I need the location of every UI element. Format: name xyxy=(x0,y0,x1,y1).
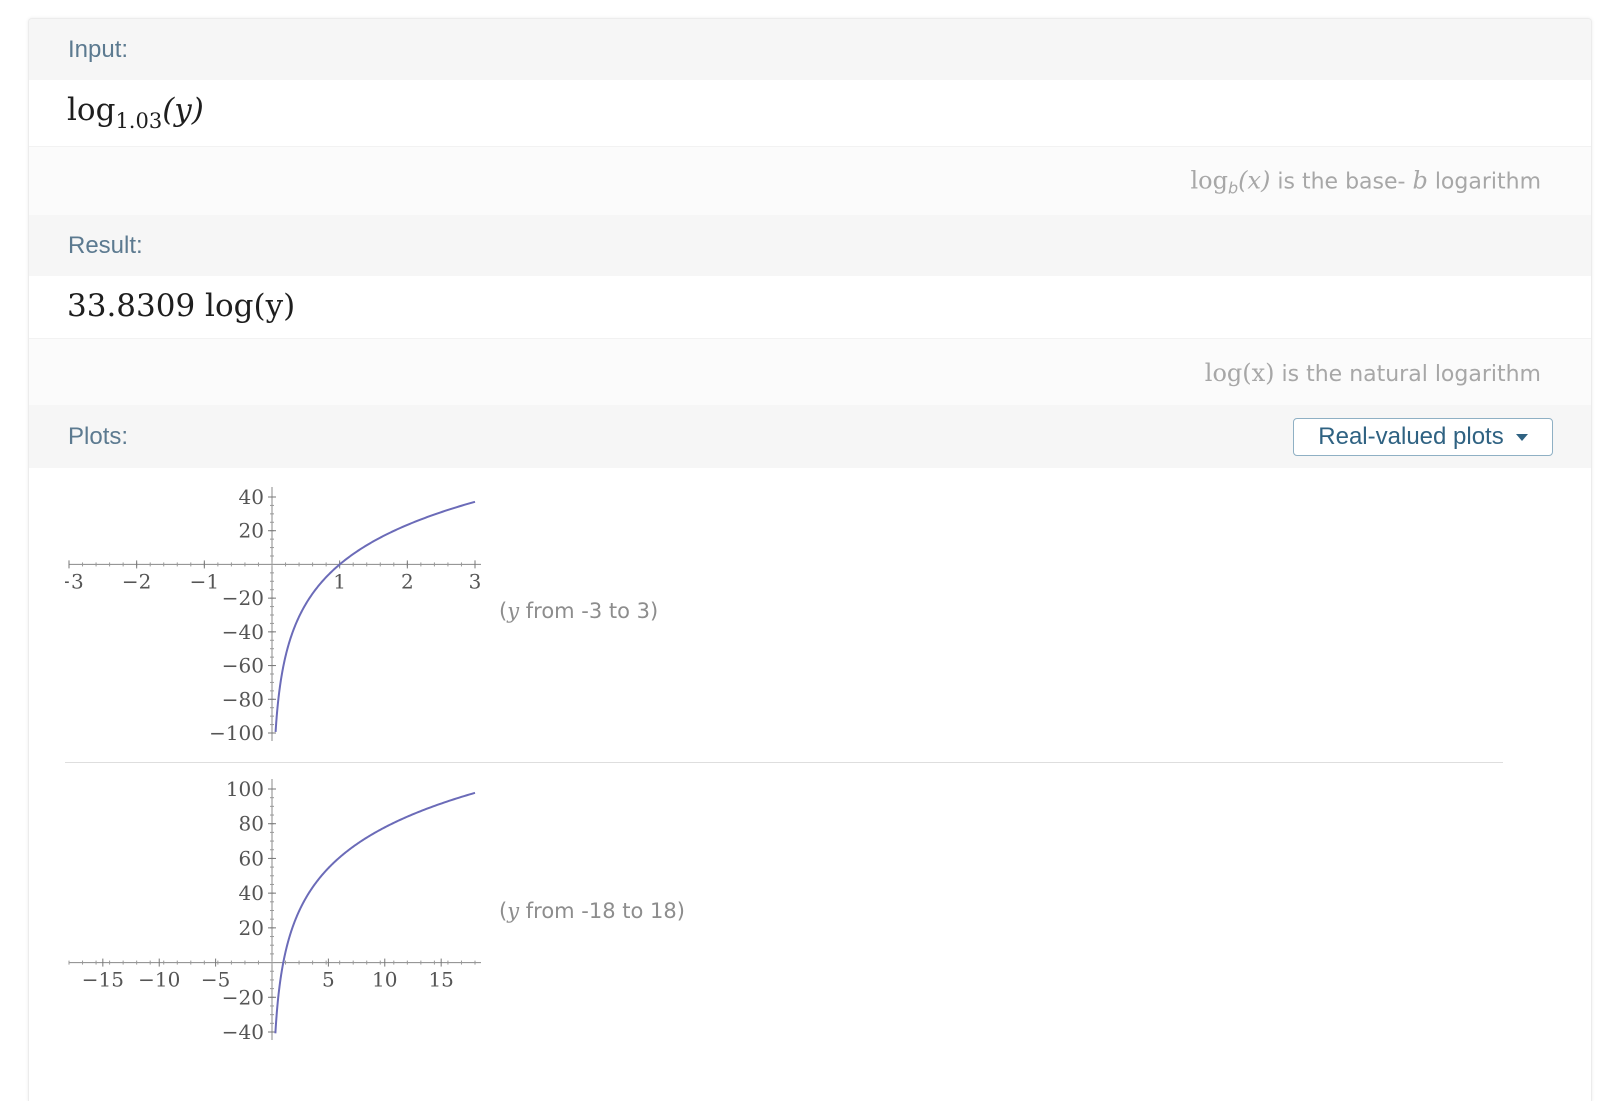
base-b-logarithm-note: logb(x) is the base- b logarithm xyxy=(1190,166,1541,197)
natural-logarithm-note: log(x) is the natural logarithm xyxy=(1204,358,1541,387)
caret-down-icon xyxy=(1515,433,1528,441)
plot-range-caption: (y from -3 to 3) xyxy=(499,599,659,623)
dropdown-label: Real-valued plots xyxy=(1318,423,1504,450)
input-pod-title: Input: xyxy=(68,35,129,63)
y-tick-label: −80 xyxy=(222,687,264,711)
y-tick-label: −40 xyxy=(222,1020,264,1044)
result-pod-body: 33.8309 log(y) xyxy=(29,276,1591,338)
result-note-area: log(x) is the natural logarithm xyxy=(29,338,1591,406)
input-expression: log1.03(y) xyxy=(67,92,204,133)
x-tick-label: 1 xyxy=(333,569,346,593)
plot-divider xyxy=(65,762,1503,763)
input-note-area: logb(x) is the base- b logarithm xyxy=(29,146,1591,216)
result-card: Input: log1.03(y) logb(x) is the base- b… xyxy=(28,18,1592,1101)
x-tick-label: 2 xyxy=(401,569,414,593)
input-pod-body: log1.03(y) xyxy=(29,80,1591,146)
function-curve xyxy=(274,791,476,1034)
x-tick-label: 15 xyxy=(428,968,453,992)
x-tick-label: 3 xyxy=(469,569,482,593)
y-tick-label: 60 xyxy=(239,846,264,870)
function-curve xyxy=(274,500,476,733)
y-tick-label: −40 xyxy=(222,620,264,644)
x-tick-label: −3 xyxy=(65,569,84,593)
y-tick-label: 20 xyxy=(239,519,264,543)
input-pod-header: Input: xyxy=(29,19,1591,80)
x-tick-label: −2 xyxy=(122,569,151,593)
y-tick-label: −60 xyxy=(222,654,264,678)
y-tick-label: 40 xyxy=(239,485,264,509)
x-tick-label: −10 xyxy=(138,968,180,992)
y-tick-label: −20 xyxy=(222,985,264,1009)
plots-pod-header: Plots: Real-valued plots xyxy=(29,405,1591,468)
plot-range-caption: (y from -18 to 18) xyxy=(499,899,685,923)
result-expression: 33.8309 log(y) xyxy=(67,288,296,324)
y-tick-label: 80 xyxy=(239,812,264,836)
real-valued-plots-dropdown[interactable]: Real-valued plots xyxy=(1293,418,1553,456)
plots-pod-title: Plots: xyxy=(68,422,129,450)
y-tick-label: 20 xyxy=(239,916,264,940)
y-tick-label: −100 xyxy=(209,721,264,745)
x-tick-label: 5 xyxy=(322,968,335,992)
x-tick-label: −15 xyxy=(82,968,124,992)
x-tick-label: −1 xyxy=(190,569,219,593)
y-tick-label: −20 xyxy=(222,586,264,610)
y-tick-label: 100 xyxy=(226,777,264,801)
result-pod-title: Result: xyxy=(68,231,143,259)
x-tick-label: 10 xyxy=(372,968,397,992)
result-pod-header: Result: xyxy=(29,215,1591,276)
plot-y-from-minus-3-to-3: −3 −2 −1 1 2 3 40 20 −20 −40 −60 −80 −100 xyxy=(65,485,482,745)
y-tick-label: 40 xyxy=(239,881,264,905)
plot-y-from-minus-18-to-18: −15 −10 −5 5 10 1510080604020−20−40 xyxy=(68,777,481,1044)
